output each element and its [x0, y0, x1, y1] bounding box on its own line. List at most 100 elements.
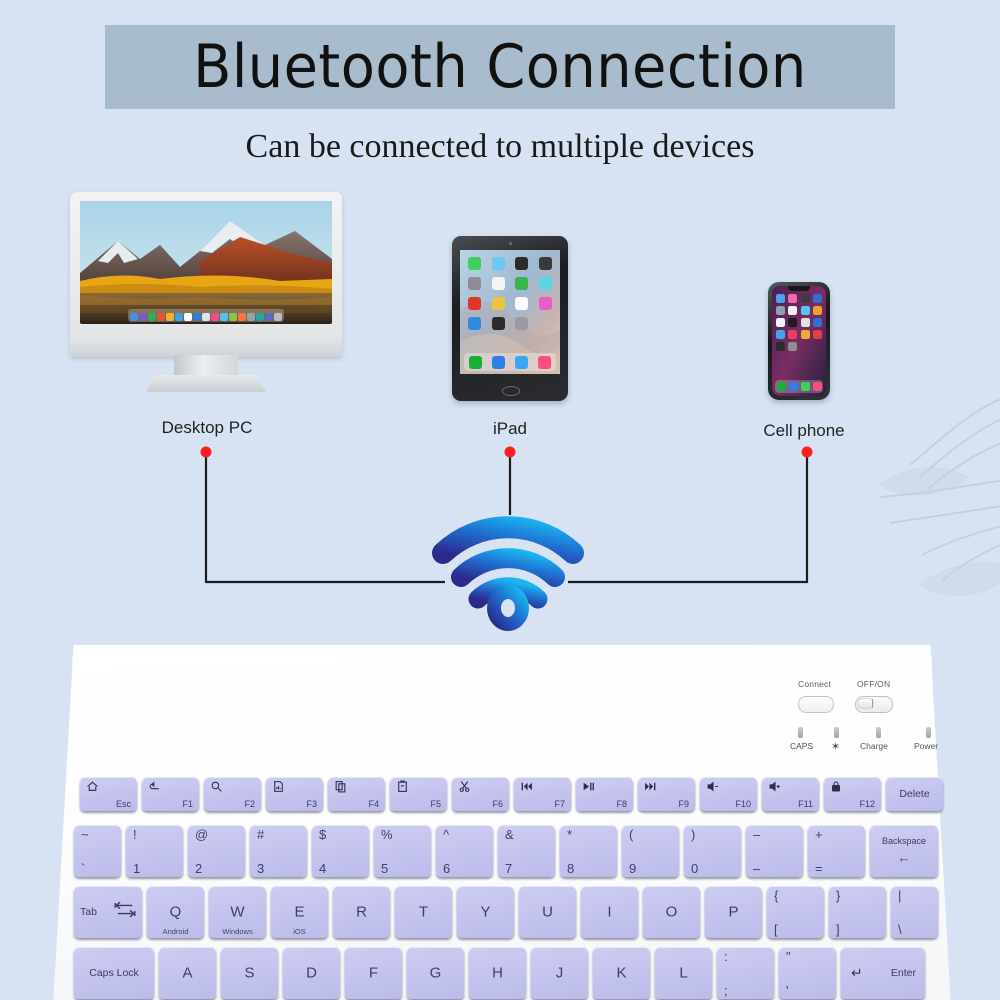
key-6-lower: 6 [443, 861, 451, 876]
title-band: Bluetooth Connection [105, 25, 895, 109]
key-f6[interactable]: F6 [452, 777, 509, 811]
key-d[interactable]: D [283, 947, 340, 999]
key-caps-lock[interactable]: Caps Lock [74, 947, 154, 999]
key-backtick[interactable]: ~ ` [74, 825, 121, 877]
key-minus[interactable]: – – [746, 825, 803, 877]
charge-indicator-label: Charge [860, 741, 888, 751]
key-f9[interactable]: F9 [638, 777, 695, 811]
key-w[interactable]: W Windows [209, 886, 266, 938]
key-equal-upper: + [815, 827, 823, 842]
key-f-glyph: F [368, 964, 379, 982]
key-s[interactable]: S [221, 947, 278, 999]
key-r[interactable]: R [333, 886, 390, 938]
power-indicator-led [926, 727, 931, 738]
key-delete-label: Delete [899, 788, 930, 800]
key-s-glyph: S [244, 964, 255, 982]
key-f12-fn-label: F12 [859, 799, 875, 809]
key-y[interactable]: Y [457, 886, 514, 938]
key-5[interactable]: % 5 [374, 825, 431, 877]
key-o[interactable]: O [643, 886, 700, 938]
key-bracket-right[interactable]: }] [829, 886, 886, 938]
charge-indicator-led [876, 727, 881, 738]
key-3[interactable]: #3 [250, 825, 307, 877]
key-f11[interactable]: F11 [762, 777, 819, 811]
key-7-lower: 7 [505, 861, 513, 876]
key-2[interactable]: @2 [188, 825, 245, 877]
key-backslash-upper: | [898, 888, 902, 903]
key-8[interactable]: * 8 [560, 825, 617, 877]
key-e[interactable]: EiOS [271, 886, 328, 938]
key-r-glyph: R [356, 903, 367, 921]
key-p[interactable]: P [705, 886, 762, 938]
key-caps-lock-label: Caps Lock [89, 967, 139, 979]
qwerty-row: Tab Q Android W Windows EiOS R T Y U I O P {[}] | \ [74, 886, 938, 938]
key-9-lower: 9 [629, 861, 637, 876]
key-f3[interactable]: F3 [266, 777, 323, 811]
key-delete[interactable]: Delete [886, 777, 943, 811]
phone-screen [772, 286, 826, 396]
key-tab[interactable]: Tab [74, 886, 142, 938]
key-0-lower: 0 [691, 861, 699, 876]
key-i[interactable]: I [581, 886, 638, 938]
connect-button[interactable] [798, 696, 834, 713]
number-row: ~ `! 1 @2 #3 $4% 5 ^ 6 & 7 * 8(9) 0– – + = Backspace ← [74, 825, 938, 877]
key-p-glyph: P [728, 903, 739, 921]
key-k[interactable]: K [593, 947, 650, 999]
key-backslash[interactable]: | \ [891, 886, 938, 938]
key-9[interactable]: (9 [622, 825, 679, 877]
home-icon [86, 780, 99, 796]
page-subtitle: Can be connected to multiple devices [245, 128, 755, 165]
key-semicolon[interactable]: :; [717, 947, 774, 999]
key-a[interactable]: A [159, 947, 216, 999]
key-f[interactable]: F [345, 947, 402, 999]
key-l[interactable]: L [655, 947, 712, 999]
key-e-sublabel: iOS [293, 927, 306, 936]
key-f8[interactable]: F8 [576, 777, 633, 811]
key-f4[interactable]: F4 [328, 777, 385, 811]
key-t[interactable]: T [395, 886, 452, 938]
key-bracket-left[interactable]: {[ [767, 886, 824, 938]
search-icon [210, 780, 223, 796]
key-bracket-right-lower: ] [836, 922, 840, 937]
key-quote[interactable]: " ' [779, 947, 836, 999]
document-icon [272, 780, 285, 796]
ipad-home-button[interactable] [502, 386, 520, 396]
key-bracket-left-lower: [ [774, 922, 778, 937]
connection-node-desktop [200, 446, 212, 458]
key-q[interactable]: Q Android [147, 886, 204, 938]
key-f7[interactable]: F7 [514, 777, 571, 811]
key-f10-fn-label: F10 [735, 799, 751, 809]
key-f2[interactable]: F2 [204, 777, 261, 811]
key-6[interactable]: ^ 6 [436, 825, 493, 877]
phone-notch [788, 286, 810, 291]
key-minus-upper: – [753, 827, 761, 842]
key-equal[interactable]: + = [808, 825, 865, 877]
key-enter[interactable]: ↵ Enter [841, 947, 925, 999]
key-f10[interactable]: F10 [700, 777, 757, 811]
key-quote-upper: " [786, 949, 791, 964]
key-2-lower: 2 [195, 861, 203, 876]
key-6-upper: ^ [443, 827, 450, 842]
key-j[interactable]: J [531, 947, 588, 999]
key-0[interactable]: ) 0 [684, 825, 741, 877]
caps-indicator-led [798, 727, 803, 738]
key-h[interactable]: H [469, 947, 526, 999]
key-7-upper: & [505, 827, 514, 842]
key-u[interactable]: U [519, 886, 576, 938]
key-1[interactable]: ! 1 [126, 825, 183, 877]
key-backspace[interactable]: Backspace ← [870, 825, 938, 877]
key-1-upper: ! [133, 827, 137, 842]
key-7[interactable]: & 7 [498, 825, 555, 877]
connect-button-label: Connect [798, 679, 832, 689]
key-f12[interactable]: F12 [824, 777, 881, 811]
key-a-glyph: A [182, 964, 193, 982]
key-g[interactable]: G [407, 947, 464, 999]
device-desktop-pc [70, 192, 342, 392]
key-f1[interactable]: F1 [142, 777, 199, 811]
power-switch[interactable] [855, 696, 893, 713]
key-f5[interactable]: F5 [390, 777, 447, 811]
key-4[interactable]: $4 [312, 825, 369, 877]
key-0-upper: ) [691, 827, 696, 842]
key-esc[interactable]: Esc [80, 777, 137, 811]
ipad-screen [460, 250, 560, 374]
